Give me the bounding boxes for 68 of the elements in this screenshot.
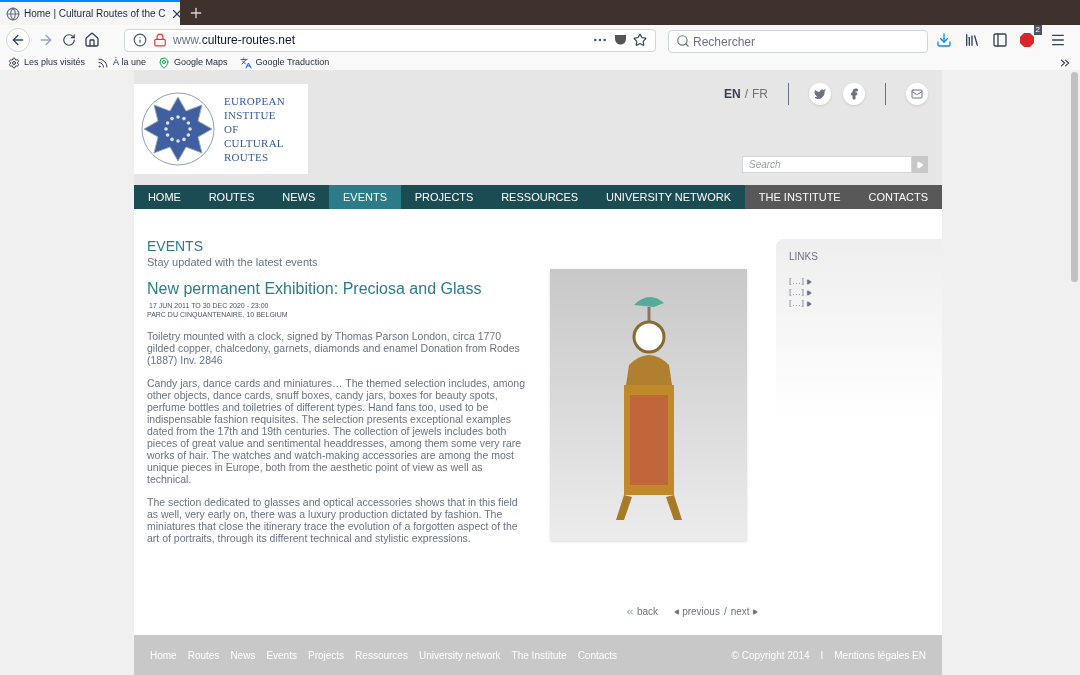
feed-icon <box>97 56 110 69</box>
links-item[interactable]: […] <box>789 287 804 298</box>
links-item[interactable]: […] <box>789 276 804 287</box>
tab-title: Home | Cultural Routes of the C <box>24 7 166 21</box>
stop-sign-icon[interactable] <box>1020 33 1034 47</box>
pocket-icon[interactable] <box>614 34 627 46</box>
search-icon <box>676 33 690 48</box>
language-separator: / <box>744 86 748 103</box>
bookmark-link[interactable]: Google Maps <box>174 55 228 70</box>
logo-panel[interactable]: EUROPEAN INSTITUE OF CULTURAL ROUTES <box>134 84 308 174</box>
event-title: New permanent Exhibition: Preciosa and Glass <box>147 278 483 299</box>
previous-link[interactable]: previous <box>674 604 720 619</box>
nav-tab[interactable]: PROJECTS <box>400 185 488 209</box>
logo-text: INSTITUE <box>224 108 277 122</box>
menu-icon[interactable] <box>1050 32 1066 48</box>
logo-text: ROUTES <box>224 150 270 164</box>
home-icon[interactable] <box>84 32 100 48</box>
browser-tab[interactable]: Home | Cultural Routes of the C <box>0 0 180 25</box>
language-link[interactable]: EN <box>724 85 741 103</box>
count-badge: 2 <box>1033 25 1042 35</box>
bookmark-link[interactable]: Google Traduction <box>255 55 330 70</box>
site-search-input[interactable]: Search <box>742 156 912 173</box>
nav-tab[interactable]: HOME <box>134 185 195 209</box>
triangle-icon <box>674 608 681 615</box>
logo-text: CULTURAL <box>224 136 285 150</box>
map-pin-icon <box>158 56 171 69</box>
star-icon[interactable] <box>633 33 647 47</box>
section-subtitle: Stay updated with the latest events <box>147 255 319 270</box>
logo-text: EUROPEAN <box>224 94 285 108</box>
triangle-icon <box>916 160 924 169</box>
double-chevron-icon <box>625 606 635 617</box>
bookmark-link[interactable]: À la une <box>113 55 147 70</box>
nav-tab[interactable]: ROUTES <box>194 185 269 209</box>
sidebar-icon[interactable] <box>992 32 1008 48</box>
url-text: www.culture-routes.net <box>173 32 297 49</box>
nav-tab[interactable]: UNIVERSITY NETWORK <box>592 185 745 209</box>
event-paragraph: Toiletry mounted with a clock, signed by Thomas Parson London, circa 1770 gilded copper, chalcedony, garnets, diamonds and enamel Donation from Rodes (1887) Inv. 2846 <box>147 329 521 366</box>
section-title: EVENTS <box>147 239 204 254</box>
library-icon[interactable] <box>964 32 980 48</box>
back-button[interactable] <box>6 28 30 52</box>
globe-icon <box>6 6 20 21</box>
links-item[interactable]: […] <box>789 298 804 309</box>
links-title: LINKS <box>789 250 819 264</box>
nav-tab[interactable]: CONTACTS <box>854 185 942 209</box>
logo-text: OF <box>224 122 240 136</box>
back-link[interactable]: back <box>625 604 659 619</box>
info-icon <box>133 33 147 47</box>
triangle-icon <box>751 608 758 615</box>
gear-icon <box>8 56 20 69</box>
bookmark-link[interactable]: Les plus visités <box>24 55 86 70</box>
facebook-icon[interactable] <box>843 83 865 105</box>
nav-tab[interactable]: RESSOURCES <box>487 185 593 209</box>
nav-tab[interactable]: NEWS <box>268 185 330 209</box>
next-link[interactable]: next <box>730 604 758 619</box>
pager-separator: / <box>723 605 727 619</box>
download-icon[interactable] <box>936 32 952 48</box>
browser-search-field[interactable]: Rechercher <box>668 30 928 53</box>
event-paragraph: Candy jars, dance cards and miniatures… The themed selection includes, among other objects, dance cards, snuff boxes, candy jars, boxes for beauty spots, perfume bottles and toiletries of different types. Hand fans too, used to be indispensable fashion requisites. The selection presents exceptional examples dated from the 17th and 19th centuries. The collection of jewels includes both pieces of great value and sentimental headdresses, among them some very rare works of hair. The watches and watch-making accessories are among the most unique pieces in Europe, both from the aesthetic point of view as well as technical. <box>147 376 526 485</box>
event-paragraph: The section dedicated to glasses and optical accessories shows that in this field as well, very early on, there was a luxury production dictated by fashion. The miniatures that close the itinerary trace the evolution of a forgotten aspect of the art of portraits, through its different technical and stylistic expressions. <box>147 495 519 544</box>
url-field[interactable]: www.culture-routes.net <box>124 28 656 52</box>
translate-icon <box>239 56 252 69</box>
bird-icon[interactable] <box>809 83 831 105</box>
reload-icon[interactable] <box>62 33 76 47</box>
mail-icon[interactable] <box>906 83 928 105</box>
nav-tab[interactable]: THE INSTITUTE <box>744 185 855 209</box>
star-logo-icon <box>140 91 216 167</box>
language-link[interactable]: FR <box>752 85 768 103</box>
nav-tab[interactable]: EVENTS <box>329 185 401 209</box>
